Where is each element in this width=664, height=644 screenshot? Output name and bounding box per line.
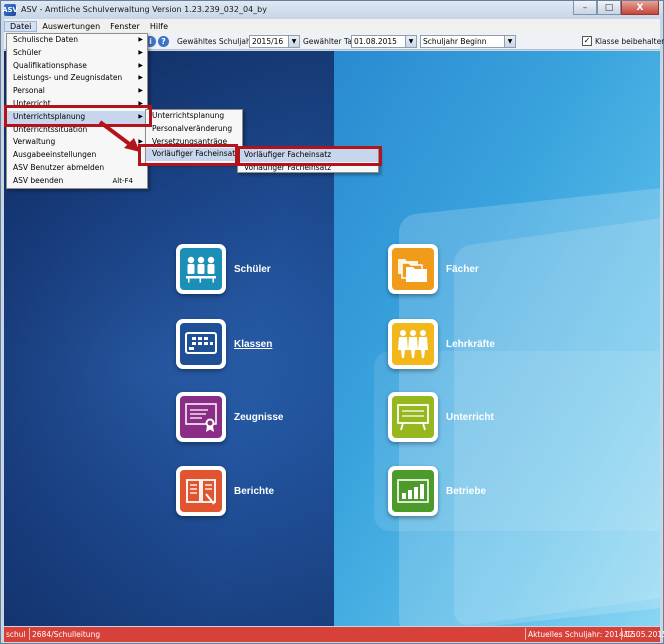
- close-button[interactable]: X: [621, 1, 659, 15]
- status-separator: [525, 628, 526, 640]
- annotation-arrow-icon: [98, 120, 140, 152]
- status-separator: [29, 628, 30, 640]
- menu-item-qualifikationsphase[interactable]: Qualifikationsphase ▶: [7, 60, 147, 73]
- teachers-icon: [392, 323, 434, 365]
- submenu-arrow-icon: ▶: [138, 48, 143, 56]
- tile-zeugnisse-label[interactable]: Zeugnisse: [234, 412, 283, 423]
- blackboard-icon: [392, 396, 434, 438]
- help-icon[interactable]: ?: [158, 36, 169, 47]
- tile-unterricht-label[interactable]: Unterricht: [446, 412, 494, 423]
- folders-icon: [392, 248, 434, 290]
- maximize-button[interactable]: □: [597, 1, 621, 15]
- menu-item-unterrichtsplanung-sub[interactable]: Unterrichtsplanung: [146, 110, 242, 123]
- tile-faecher[interactable]: [388, 244, 438, 294]
- tile-faecher-label[interactable]: Fächer: [446, 264, 479, 275]
- shortcut-label: Alt-F4: [112, 176, 133, 185]
- highlight-box-facheinsatz-sub: [237, 146, 382, 166]
- tile-schueler-label[interactable]: Schüler: [234, 264, 271, 275]
- tile-berichte[interactable]: [176, 466, 226, 516]
- certificate-icon: [180, 396, 222, 438]
- app-window: ASV ASV - Amtliche Schulverwaltung Versi…: [0, 0, 664, 644]
- schuljahr-select[interactable]: 2015/16 ▼: [249, 35, 300, 48]
- menu-fenster[interactable]: Fenster: [105, 22, 145, 31]
- tag-value: 01.08.2015: [354, 37, 397, 46]
- tile-zeugnisse[interactable]: [176, 392, 226, 442]
- menu-item-personalveraenderung[interactable]: Personalveränderung: [146, 123, 242, 136]
- chevron-down-icon[interactable]: ▼: [288, 36, 299, 47]
- highlight-box-facheinsatz: [138, 144, 238, 166]
- status-school: 2684/Schulleitung: [32, 630, 101, 639]
- menu-item-schulische-daten[interactable]: Schulische Daten ▶: [7, 34, 147, 47]
- status-user: schul: [6, 630, 26, 639]
- students-icon: [180, 248, 222, 290]
- window-title: ASV - Amtliche Schulverwaltung Version 1…: [21, 5, 267, 14]
- class-grid-icon: [180, 323, 222, 365]
- submenu-arrow-icon: ▶: [138, 74, 143, 82]
- status-current-year: Aktuelles Schuljahr: 2014/15: [528, 630, 636, 639]
- tile-klassen[interactable]: [176, 319, 226, 369]
- title-bar: ASV ASV - Amtliche Schulverwaltung Versi…: [1, 1, 663, 18]
- chevron-down-icon[interactable]: ▼: [504, 36, 515, 47]
- submenu-arrow-icon: ▶: [138, 87, 143, 95]
- menu-hilfe[interactable]: Hilfe: [145, 22, 173, 31]
- schuljahr-label: Gewähltes Schuljahr: [177, 37, 254, 46]
- zeitpunkt-value: Schuljahr Beginn: [423, 37, 487, 46]
- report-book-icon: [180, 470, 222, 512]
- bar-chart-icon: [392, 470, 434, 512]
- asv-app-icon: ASV: [2, 3, 18, 16]
- menu-item-asv-beenden[interactable]: ASV beenden Alt-F4: [7, 175, 147, 188]
- calendar-dropdown-icon[interactable]: ▼: [405, 36, 416, 47]
- menu-bar: Datei Auswertungen Fenster Hilfe: [4, 19, 660, 33]
- tile-betriebe-label[interactable]: Betriebe: [446, 486, 486, 497]
- minimize-button[interactable]: –: [573, 1, 597, 15]
- status-separator: [621, 628, 622, 640]
- menu-auswertungen[interactable]: Auswertungen: [37, 22, 105, 31]
- menu-item-leistungsdaten[interactable]: Leistungs- und Zeugnisdaten ▶: [7, 72, 147, 85]
- zeitpunkt-select[interactable]: Schuljahr Beginn ▼: [420, 35, 516, 48]
- submenu-arrow-icon: ▶: [138, 61, 143, 69]
- tile-klassen-label[interactable]: Klassen: [234, 339, 272, 350]
- klasse-beibehalten-label: Klasse beibehalten: [595, 37, 664, 46]
- submenu-arrow-icon: ▶: [138, 36, 143, 43]
- menu-item-benutzer-abmelden[interactable]: ASV Benutzer abmelden: [7, 162, 147, 175]
- menu-item-schueler[interactable]: Schüler ▶: [7, 47, 147, 60]
- schuljahr-value: 2015/16: [252, 37, 284, 46]
- klasse-beibehalten-checkbox[interactable]: ✓: [582, 36, 592, 46]
- tile-unterricht[interactable]: [388, 392, 438, 442]
- menu-item-personal[interactable]: Personal ▶: [7, 85, 147, 98]
- status-bar: schul 2684/Schulleitung Aktuelles Schulj…: [4, 627, 664, 642]
- tile-schueler[interactable]: [176, 244, 226, 294]
- status-date: 12.05.2015: [624, 630, 664, 639]
- tag-label: Gewählter Tag: [303, 37, 357, 46]
- tile-betriebe[interactable]: [388, 466, 438, 516]
- menu-datei[interactable]: Datei: [4, 20, 38, 32]
- tile-berichte-label[interactable]: Berichte: [234, 486, 274, 497]
- tile-lehrkraefte-label[interactable]: Lehrkräfte: [446, 339, 495, 350]
- window-controls: – □ X: [573, 1, 659, 15]
- tag-date-field[interactable]: 01.08.2015 ▼: [351, 35, 417, 48]
- tile-lehrkraefte[interactable]: [388, 319, 438, 369]
